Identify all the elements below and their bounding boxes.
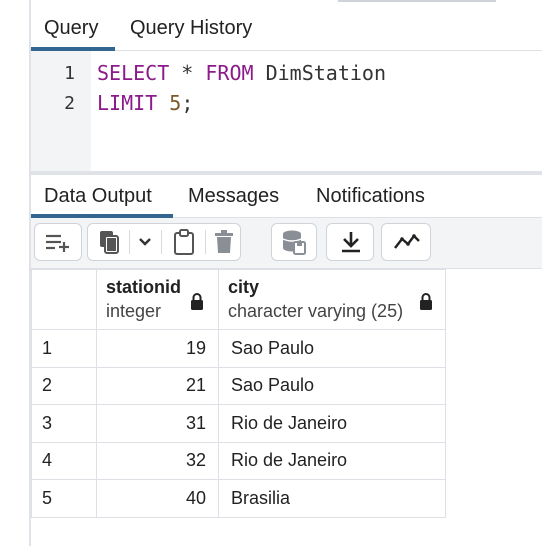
tab-messages[interactable]: Messages <box>188 175 279 217</box>
toolbar-separator <box>161 230 162 254</box>
sql-keyword: FROM <box>205 61 254 85</box>
cell-stationid[interactable]: 32 <box>96 441 219 480</box>
sql-number: 5 <box>169 91 182 115</box>
result-grid: stationid integer city character varying… <box>31 269 446 518</box>
table-row[interactable]: 1 19 Sao Paulo <box>31 329 446 368</box>
grid-header-row: stationid integer city character varying… <box>31 269 446 330</box>
table-row[interactable]: 5 40 Brasilia <box>31 479 446 518</box>
copy-paste-group <box>87 223 241 261</box>
sql-identifier: DimStation <box>253 61 386 85</box>
code-line-1[interactable]: SELECT * FROM DimStation <box>97 61 386 85</box>
cell-stationid[interactable]: 31 <box>96 404 219 443</box>
cell-stationid[interactable]: 21 <box>96 366 219 405</box>
row-number[interactable]: 2 <box>31 366 97 405</box>
delete-button[interactable] <box>206 224 242 260</box>
line-number: 2 <box>64 93 75 114</box>
row-number[interactable]: 1 <box>31 329 97 368</box>
cell-stationid[interactable]: 40 <box>96 479 219 518</box>
save-data-button[interactable] <box>271 223 317 261</box>
column-header-stationid[interactable]: stationid integer <box>96 269 219 330</box>
sql-keyword: LIMIT <box>97 91 158 115</box>
output-tabs-bar: Data Output Messages Notifications <box>31 175 542 218</box>
cell-city[interactable]: Rio de Janeiro <box>218 404 446 443</box>
lock-icon <box>420 293 432 310</box>
add-row-icon <box>40 224 76 260</box>
query-tabs-bar: Query Query History <box>31 6 542 51</box>
cell-city[interactable]: Sao Paulo <box>218 329 446 368</box>
row-number[interactable]: 5 <box>31 479 97 518</box>
table-row[interactable]: 4 32 Rio de Janeiro <box>31 441 446 480</box>
tab-data-output[interactable]: Data Output <box>31 175 173 218</box>
tab-query[interactable]: Query <box>31 6 115 51</box>
download-icon <box>333 224 369 260</box>
download-button[interactable] <box>326 223 374 261</box>
tab-notifications-label: Notifications <box>316 185 425 207</box>
cell-city[interactable]: Sao Paulo <box>218 366 446 405</box>
lock-icon <box>191 293 203 310</box>
graph-icon <box>389 224 425 260</box>
column-name: city <box>228 277 260 297</box>
column-type: integer <box>106 301 162 321</box>
line-number: 1 <box>64 63 75 84</box>
copy-options-dropdown[interactable] <box>130 224 160 260</box>
sql-operator: * <box>169 61 206 85</box>
cell-city[interactable]: Rio de Janeiro <box>218 441 446 480</box>
data-output-toolbar <box>31 218 542 269</box>
row-number[interactable]: 3 <box>31 404 97 443</box>
column-type: character varying (25) <box>228 301 404 321</box>
cell-stationid[interactable]: 19 <box>96 329 219 368</box>
save-data-icon <box>276 224 312 260</box>
line-number-gutter: 1 2 <box>31 51 91 171</box>
tab-query-label: Query <box>44 17 99 39</box>
cell-city[interactable]: Brasilia <box>218 479 446 518</box>
sql-editor[interactable]: 1 2 SELECT * FROM DimStation LIMIT 5; <box>31 51 542 171</box>
table-row[interactable]: 3 31 Rio de Janeiro <box>31 404 446 443</box>
add-row-button[interactable] <box>34 223 82 261</box>
tab-query-history[interactable]: Query History <box>130 6 252 50</box>
tab-notifications[interactable]: Notifications <box>316 175 425 217</box>
top-scroll-segment <box>338 0 496 2</box>
code-line-2[interactable]: LIMIT 5; <box>97 91 193 115</box>
tab-data-output-label: Data Output <box>44 185 152 207</box>
tab-query-history-label: Query History <box>130 17 253 39</box>
column-header-city[interactable]: city character varying (25) <box>218 269 446 330</box>
row-number[interactable]: 4 <box>31 441 97 480</box>
sql-space <box>157 91 169 115</box>
copy-button[interactable] <box>91 224 127 260</box>
row-number-header <box>31 269 97 330</box>
table-row[interactable]: 2 21 Sao Paulo <box>31 366 446 405</box>
paste-button[interactable] <box>166 224 202 260</box>
sql-keyword: SELECT <box>97 61 170 85</box>
graph-visualiser-button[interactable] <box>381 223 431 261</box>
tab-messages-label: Messages <box>188 185 280 207</box>
sql-semicolon: ; <box>181 91 194 115</box>
column-name: stationid <box>106 277 181 297</box>
